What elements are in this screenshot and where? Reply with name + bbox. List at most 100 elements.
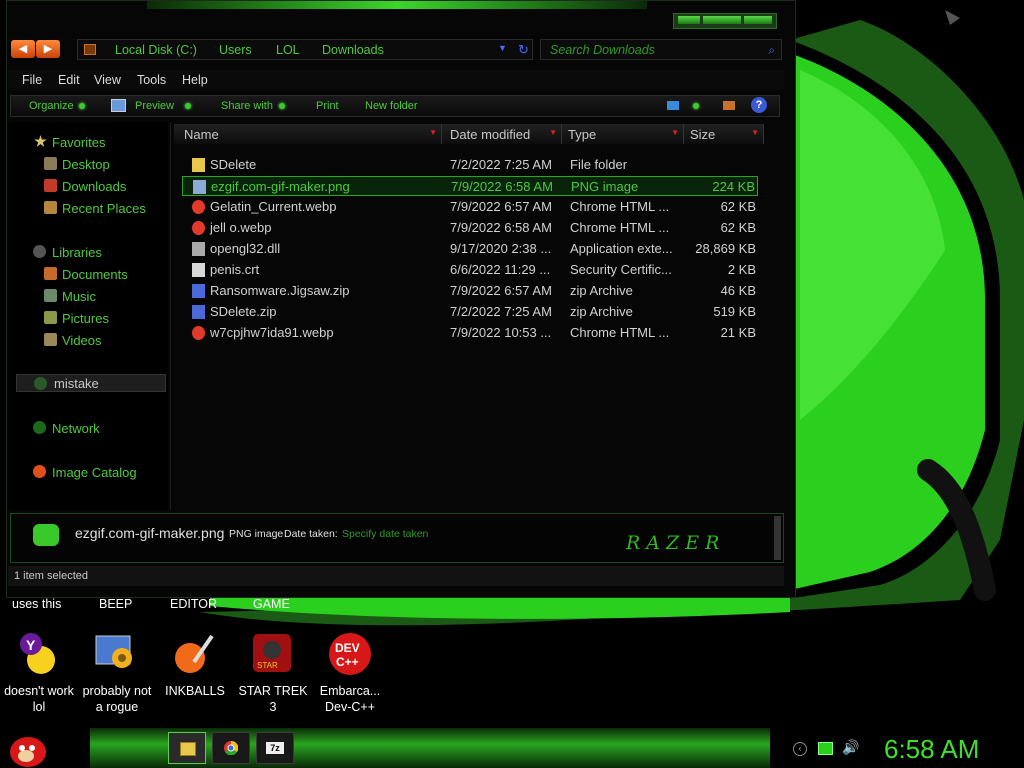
desktop-label-editor[interactable]: EDITOR — [170, 596, 217, 612]
help-icon[interactable]: ? — [751, 97, 767, 113]
pane-splitter[interactable] — [170, 122, 171, 510]
column-header-name-label: Name — [184, 127, 219, 142]
file-row[interactable]: Ransomware.Jigsaw.zip 7/9/2022 6:57 AM zip… — [182, 281, 758, 301]
chevron-down-icon[interactable]: ▼ — [429, 128, 437, 137]
preview-pane-icon[interactable] — [723, 101, 735, 110]
file-type: Application exte... — [570, 241, 673, 256]
nav-recent-places[interactable]: Recent Places — [62, 201, 146, 216]
minimize-button[interactable] — [678, 16, 700, 24]
column-header-name[interactable]: Name ▼ — [174, 124, 442, 144]
print-button[interactable]: Print — [316, 100, 339, 112]
view-dropdown-icon[interactable] — [693, 103, 699, 109]
details-date-value[interactable]: Specify date taken — [342, 528, 428, 540]
file-date: 6/6/2022 11:29 ... — [450, 262, 551, 277]
explorer-icon — [180, 742, 196, 756]
breadcrumb-lol[interactable]: LOL — [276, 43, 300, 57]
volume-icon[interactable]: 🔊 — [842, 739, 859, 756]
taskbar-explorer-button[interactable] — [168, 732, 206, 764]
address-bar[interactable]: Local Disk (C:) Users LOL Downloads ▼ ↻ — [77, 39, 533, 60]
breadcrumb-downloads[interactable]: Downloads — [322, 43, 384, 57]
close-button[interactable] — [744, 16, 772, 24]
chevron-down-icon[interactable]: ▼ — [671, 128, 679, 137]
refresh-icon[interactable]: ↻ — [518, 42, 529, 58]
file-row[interactable]: ezgif.com-gif-maker.png 7/9/2022 6:58 AM P… — [182, 176, 758, 196]
desktop-label-game[interactable]: GAME — [253, 596, 290, 612]
back-button[interactable]: ◀ — [11, 40, 35, 58]
menu-file[interactable]: File — [22, 73, 42, 87]
chevron-down-icon[interactable]: ▼ — [498, 43, 507, 53]
details-scrollbar[interactable] — [774, 516, 781, 560]
column-header-size[interactable]: Size ▼ — [684, 124, 764, 144]
folder-icon — [192, 158, 205, 172]
search-input[interactable]: Search Downloads ⌕ — [540, 39, 782, 60]
nav-image-catalog[interactable]: Image Catalog — [52, 465, 137, 480]
dll-icon — [192, 242, 205, 256]
file-row[interactable]: Gelatin_Current.webp 7/9/2022 6:57 AM Chro… — [182, 197, 758, 217]
nav-videos[interactable]: Videos — [62, 333, 102, 348]
desktop-label-beep[interactable]: BEEP — [99, 596, 132, 612]
column-header-date[interactable]: Date modified ▼ — [442, 124, 562, 144]
file-row[interactable]: jell o.webp 7/9/2022 6:58 AM Chrome HTML .… — [182, 218, 758, 238]
nav-downloads[interactable]: Downloads — [62, 179, 126, 194]
file-size: 46 KB — [720, 283, 756, 298]
search-icon[interactable]: ⌕ — [768, 43, 775, 58]
menu-view[interactable]: View — [94, 73, 121, 87]
chrome-icon — [192, 221, 205, 235]
preview-button[interactable]: Preview — [135, 100, 174, 112]
start-button[interactable] — [6, 728, 50, 768]
forward-button[interactable]: ▶ — [36, 40, 60, 58]
image-file-icon — [193, 180, 206, 194]
share-dropdown-icon[interactable] — [279, 103, 285, 109]
desktop-label-uses-this[interactable]: uses this — [12, 596, 61, 612]
file-row[interactable]: opengl32.dll 9/17/2020 2:38 ... Applicatio… — [182, 239, 758, 259]
change-view-icon[interactable] — [667, 101, 679, 110]
details-pane: ezgif.com-gif-maker.png PNG image Date t… — [10, 513, 784, 563]
breadcrumb-local-disk[interactable]: Local Disk (C:) — [115, 43, 197, 57]
nav-libraries[interactable]: Libraries — [52, 245, 102, 260]
menu-help[interactable]: Help — [182, 73, 208, 87]
file-row[interactable]: w7cpjhw7ida91.webp 7/9/2022 10:53 ... Chro… — [182, 323, 758, 343]
menu-tools[interactable]: Tools — [137, 73, 166, 87]
file-row[interactable]: SDelete 7/2/2022 7:25 AM File folder — [182, 155, 758, 175]
nav-documents[interactable]: Documents — [62, 267, 128, 282]
breadcrumb-users[interactable]: Users — [219, 43, 252, 57]
window-caption-buttons[interactable] — [673, 13, 777, 29]
star-trek-icon[interactable]: STAR — [251, 632, 295, 676]
nav-network[interactable]: Network — [52, 421, 100, 436]
chevron-down-icon[interactable]: ▼ — [751, 128, 759, 137]
nav-pictures[interactable]: Pictures — [62, 311, 109, 326]
details-date-label: Date taken: — [284, 528, 338, 540]
inkball-icon[interactable] — [172, 632, 216, 676]
share-with-button[interactable]: Share with — [221, 100, 273, 112]
preview-dropdown-icon[interactable] — [185, 103, 191, 109]
file-row[interactable]: SDelete.zip 7/2/2022 7:25 AM zip Archive 51… — [182, 302, 758, 322]
action-center-icon[interactable] — [818, 742, 833, 755]
maximize-button[interactable] — [703, 16, 741, 24]
organize-button[interactable]: Organize — [29, 100, 74, 112]
tray-arrow-icon[interactable]: ‹ — [793, 742, 807, 756]
file-name: jell o.webp — [210, 220, 272, 235]
settings-gears-icon[interactable] — [94, 632, 138, 676]
videos-icon — [44, 333, 57, 346]
menu-edit[interactable]: Edit — [58, 73, 80, 87]
organize-dropdown-icon[interactable] — [79, 103, 85, 109]
file-date: 7/2/2022 7:25 AM — [450, 304, 552, 319]
yahoo-messenger-icon[interactable]: Y — [17, 632, 61, 676]
taskbar-7zip-button[interactable]: 7z — [256, 732, 294, 764]
column-header-type[interactable]: Type ▼ — [562, 124, 684, 144]
nav-favorites[interactable]: Favorites — [52, 135, 105, 150]
nav-desktop[interactable]: Desktop — [62, 157, 110, 172]
file-row[interactable]: penis.crt 6/6/2022 11:29 ... Security Cert… — [182, 260, 758, 280]
nav-mistake[interactable]: mistake — [16, 374, 166, 392]
chevron-down-icon[interactable]: ▼ — [549, 128, 557, 137]
taskbar: 7z ‹ 🔊 6:58 AM — [0, 728, 1024, 768]
nav-music[interactable]: Music — [62, 289, 96, 304]
folder-icon — [84, 44, 96, 55]
clock[interactable]: 6:58 AM — [884, 734, 979, 765]
taskbar-chrome-button[interactable] — [212, 732, 250, 764]
dev-cpp-icon[interactable]: DEV C++ — [328, 632, 372, 676]
status-text: 1 item selected — [14, 570, 88, 582]
file-size: 62 KB — [720, 220, 756, 235]
new-folder-button[interactable]: New folder — [365, 100, 418, 112]
file-type: File folder — [570, 157, 628, 172]
